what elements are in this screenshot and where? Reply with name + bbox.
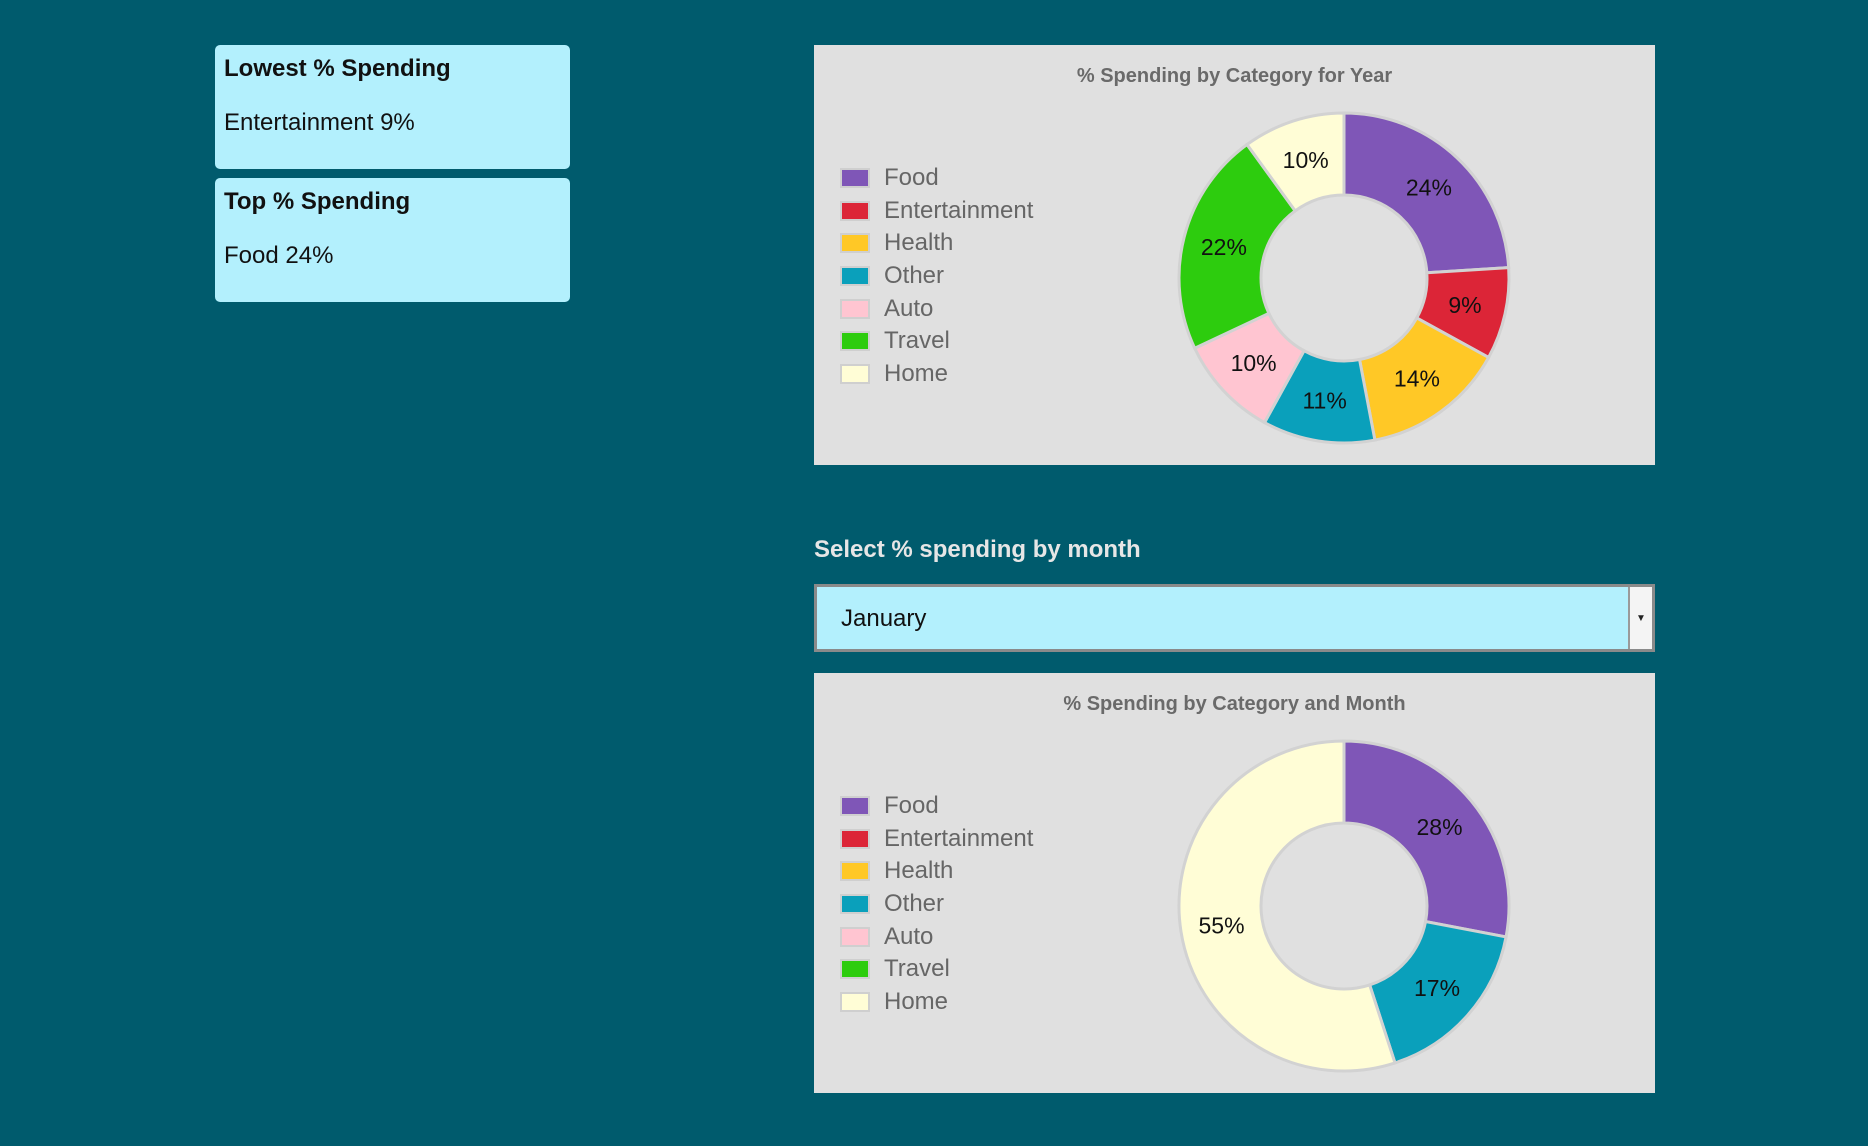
legend-swatch (840, 233, 870, 254)
slice-label-auto: 10% (1231, 350, 1277, 376)
month-chart-title: % Spending by Category and Month (1063, 693, 1406, 715)
dropdown-arrow-icon[interactable]: ▼ (1628, 587, 1652, 649)
slice-label-home: 10% (1283, 147, 1329, 173)
slice-label-food: 28% (1417, 814, 1463, 840)
top-spending-title: Top % Spending (224, 188, 411, 215)
legend-swatch (840, 266, 870, 287)
top-spending-card: Top % Spending Food 24% (215, 178, 570, 302)
legend-item-travel[interactable]: Travel (840, 325, 1033, 358)
legend-swatch (840, 926, 870, 947)
legend-swatch (840, 200, 870, 221)
legend-item-home[interactable]: Home (840, 986, 1033, 1019)
legend-swatch (840, 861, 870, 882)
month-select-label: Select % spending by month (814, 536, 1141, 563)
legend-item-travel[interactable]: Travel (840, 953, 1033, 986)
legend-swatch (840, 298, 870, 319)
legend-item-entertainment[interactable]: Entertainment (840, 195, 1033, 228)
legend-item-auto[interactable]: Auto (840, 292, 1033, 325)
slice-label-home: 55% (1199, 912, 1245, 938)
slice-label-food: 24% (1406, 175, 1452, 201)
legend-swatch (840, 828, 870, 849)
legend-swatch (840, 959, 870, 980)
lowest-spending-card: Lowest % Spending Entertainment 9% (215, 45, 570, 169)
legend-swatch (840, 991, 870, 1012)
legend-label: Other (884, 890, 945, 918)
legend-label: Travel (884, 955, 950, 983)
slice-label-other: 17% (1414, 975, 1460, 1001)
legend-item-home[interactable]: Home (840, 358, 1033, 391)
legend-label: Health (884, 857, 954, 885)
legend-item-other[interactable]: Other (840, 260, 1033, 293)
legend-label: Auto (884, 922, 934, 950)
legend-item-food[interactable]: Food (840, 162, 1033, 195)
year-chart-title: % Spending by Category for Year (1076, 65, 1393, 87)
legend-item-food[interactable]: Food (840, 790, 1033, 823)
legend-label: Home (884, 359, 949, 387)
legend-label: Health (884, 229, 954, 257)
lowest-spending-title: Lowest % Spending (224, 55, 451, 82)
legend-item-auto[interactable]: Auto (840, 920, 1033, 953)
legend-swatch (840, 168, 870, 189)
slice-label-entertainment: 9% (1448, 292, 1481, 318)
legend-swatch (840, 331, 870, 352)
slice-label-travel: 22% (1201, 234, 1247, 260)
legend-swatch (840, 363, 870, 384)
legend-label: Home (884, 987, 949, 1015)
legend-label: Travel (884, 327, 950, 355)
legend-item-other[interactable]: Other (840, 888, 1033, 921)
legend-item-health[interactable]: Health (840, 855, 1033, 888)
legend-swatch (840, 894, 870, 915)
legend-label: Other (884, 262, 945, 290)
legend-label: Food (884, 164, 939, 192)
legend-label: Entertainment (884, 196, 1034, 224)
lowest-spending-value: Entertainment 9% (224, 109, 415, 136)
slice-label-health: 14% (1394, 365, 1440, 391)
legend-label: Entertainment (884, 824, 1034, 852)
month-dropdown-value: January (841, 605, 927, 632)
legend-label: Food (884, 792, 939, 820)
legend-label: Auto (884, 294, 934, 322)
top-spending-value: Food 24% (224, 242, 334, 269)
month-chart-panel: 28% 17% 55% % Spending by Category and Mon… (814, 673, 1655, 1093)
legend-item-health[interactable]: Health (840, 227, 1033, 260)
month-chart-legend: Food Entertainment Health Other Auto Travel Ho… (840, 790, 1033, 1018)
legend-item-entertainment[interactable]: Entertainment (840, 823, 1033, 856)
slice-label-other: 11% (1302, 387, 1346, 413)
year-chart-panel: 24% 9% 14% 11% 10% 22% 10% % Spending by Categ… (814, 45, 1655, 465)
year-chart-legend: Food Entertainment Health Other Auto Travel Ho… (840, 162, 1033, 390)
month-dropdown[interactable]: January ▼ (814, 584, 1655, 652)
legend-swatch (840, 796, 870, 817)
